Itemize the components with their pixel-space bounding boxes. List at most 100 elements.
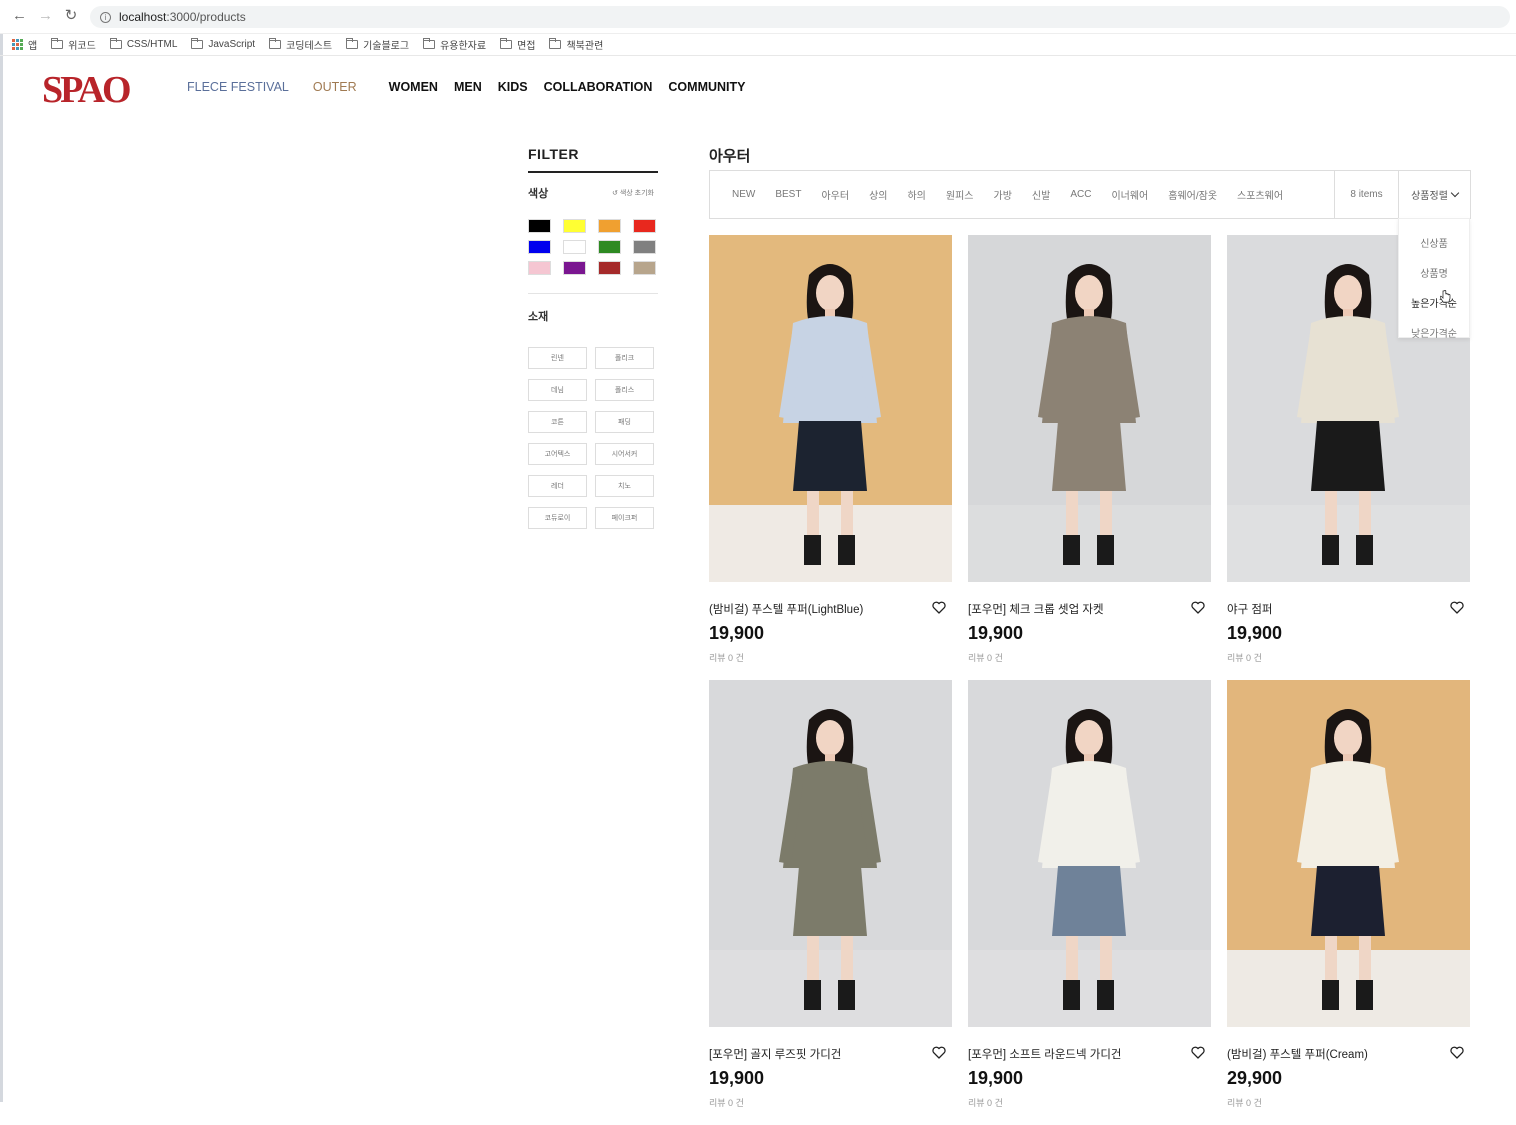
material-option[interactable]: 고어텍스 (528, 443, 587, 465)
product-name[interactable]: (밤비걸) 푸스텔 푸퍼(LightBlue) (709, 601, 863, 617)
color-swatch[interactable] (598, 219, 621, 233)
heart-icon[interactable] (1191, 1046, 1205, 1059)
material-option[interactable]: 데님 (528, 379, 587, 401)
product-image[interactable] (709, 235, 952, 582)
folder-icon (346, 38, 359, 49)
folder-icon (51, 38, 64, 49)
forward-icon[interactable]: → (38, 8, 53, 24)
color-swatch[interactable] (633, 240, 656, 254)
heart-icon[interactable] (1191, 601, 1205, 614)
info-icon[interactable]: i (100, 11, 111, 23)
category-tabs: NEW BEST 아우터 상의 하의 원피스 가방 신발 ACC 이너웨어 홈웨어/잠옷 스포츠웨어 (710, 171, 1303, 218)
category-title: 아우터 (709, 148, 751, 165)
material-option[interactable]: 치노 (595, 475, 654, 497)
bookmark-folder[interactable]: CSS/HTML (109, 38, 177, 50)
nav-kids[interactable]: KIDS (498, 80, 528, 94)
address-bar[interactable]: i localhost:3000/products (90, 6, 1510, 28)
back-icon[interactable]: ← (12, 8, 27, 24)
nav-community[interactable]: COMMUNITY (668, 80, 745, 94)
product-card[interactable]: (밤비걸) 푸스텔 푸퍼(LightBlue) 19,900 리뷰 0 건 (709, 235, 952, 680)
site-logo[interactable]: SPAO (42, 68, 132, 112)
bookmark-folder[interactable]: 책북관련 (549, 37, 603, 52)
product-name[interactable]: [포우먼] 소프트 라운드넥 가디건 (968, 1046, 1122, 1062)
product-name[interactable]: [포우먼] 골지 루즈핏 가디건 (709, 1046, 841, 1062)
heart-icon[interactable] (1450, 1046, 1464, 1059)
product-card[interactable]: (밤비걸) 푸스텔 푸퍼(Cream) 29,900 리뷰 0 건 (1227, 680, 1470, 1125)
category-tab[interactable]: 상의 (869, 187, 887, 202)
url-text[interactable]: localhost:3000/products (119, 10, 246, 24)
category-tab[interactable]: ACC (1070, 189, 1091, 200)
material-option[interactable]: 시어서커 (595, 443, 654, 465)
color-swatch[interactable] (528, 240, 551, 254)
product-image[interactable] (709, 680, 952, 1027)
product-card[interactable]: [포우먼] 골지 루즈핏 가디건 19,900 리뷰 0 건 (709, 680, 952, 1125)
apps-icon (12, 39, 23, 50)
color-swatch[interactable] (598, 261, 621, 275)
color-swatch[interactable] (563, 240, 586, 254)
bookmark-folder[interactable]: 유용한자료 (423, 37, 486, 52)
filter-title: FILTER (528, 146, 658, 173)
product-image[interactable] (968, 680, 1211, 1027)
bookmark-apps[interactable]: 앱 (12, 37, 37, 52)
nav-women[interactable]: WOMEN (389, 80, 438, 94)
material-option[interactable]: 페이크퍼 (595, 507, 654, 529)
nav-outer[interactable]: OUTER (313, 80, 357, 94)
nav-men[interactable]: MEN (454, 80, 482, 94)
category-bar: NEW BEST 아우터 상의 하의 원피스 가방 신발 ACC 이너웨어 홈웨어/잠옷 스포츠웨어 … (709, 170, 1471, 219)
color-swatch[interactable] (633, 261, 656, 275)
category-tab[interactable]: BEST (775, 189, 801, 200)
category-tab[interactable]: 이너웨어 (1111, 187, 1148, 202)
product-image[interactable] (1227, 680, 1470, 1027)
sort-option[interactable]: 높은가격순 (1399, 287, 1469, 317)
review-count: 리뷰 0 건 (968, 653, 1003, 663)
color-swatch[interactable] (563, 261, 586, 275)
material-option[interactable]: 폴리크 (595, 347, 654, 369)
sort-dropdown[interactable]: 상품정렬 (1398, 171, 1470, 218)
sort-option[interactable]: 신상품 (1399, 227, 1469, 257)
folder-icon (109, 38, 122, 49)
category-tab[interactable]: 홈웨어/잠옷 (1168, 187, 1217, 202)
material-option[interactable]: 레더 (528, 475, 587, 497)
color-reset-button[interactable]: ↺ 색상 초기화 (612, 188, 654, 198)
color-swatch[interactable] (598, 240, 621, 254)
color-swatch[interactable] (563, 219, 586, 233)
category-tab[interactable]: 가방 (994, 187, 1012, 202)
product-card[interactable]: [포우먼] 체크 크롭 셋업 자켓 19,900 리뷰 0 건 (968, 235, 1211, 680)
color-filter-head: 색상 ↺ 색상 초기화 (528, 185, 658, 201)
review-count: 리뷰 0 건 (1227, 1098, 1262, 1108)
category-tab[interactable]: 신발 (1032, 187, 1050, 202)
color-swatch[interactable] (528, 219, 551, 233)
material-option[interactable]: 린넨 (528, 347, 587, 369)
heart-icon[interactable] (932, 601, 946, 614)
product-price: 19,900 (968, 623, 1024, 643)
nav-collaboration[interactable]: COLLABORATION (544, 80, 653, 94)
bookmark-folder[interactable]: 위코드 (51, 37, 96, 52)
product-card[interactable]: [포우먼] 소프트 라운드넥 가디건 19,900 리뷰 0 건 (968, 680, 1211, 1125)
sort-option[interactable]: 상품명 (1399, 257, 1469, 287)
reload-icon[interactable]: ↻ (64, 8, 78, 24)
material-option[interactable]: 폴리스 (595, 379, 654, 401)
nav-fleece-festival[interactable]: FLECE FESTIVAL (187, 80, 289, 94)
category-tab[interactable]: 하의 (907, 187, 925, 202)
bookmark-folder[interactable]: JavaScript (191, 38, 255, 50)
material-filter-head: 소재 (528, 308, 658, 324)
color-swatch[interactable] (528, 261, 551, 275)
product-name[interactable]: 야구 점퍼 (1227, 601, 1273, 617)
category-tab[interactable]: NEW (732, 189, 755, 200)
material-option[interactable]: 코튼 (528, 411, 587, 433)
category-tab[interactable]: 원피스 (946, 187, 974, 202)
product-name[interactable]: [포우먼] 체크 크롭 셋업 자켓 (968, 601, 1104, 617)
heart-icon[interactable] (932, 1046, 946, 1059)
sort-option[interactable]: 낮은가격순 (1399, 317, 1469, 347)
category-tab[interactable]: 스포츠웨어 (1237, 187, 1283, 202)
product-name[interactable]: (밤비걸) 푸스텔 푸퍼(Cream) (1227, 1046, 1368, 1062)
material-option[interactable]: 패딩 (595, 411, 654, 433)
bookmark-folder[interactable]: 코딩테스트 (269, 37, 332, 52)
bookmark-folder[interactable]: 면접 (500, 37, 535, 52)
heart-icon[interactable] (1450, 601, 1464, 614)
product-image[interactable] (968, 235, 1211, 582)
category-tab[interactable]: 아우터 (821, 187, 849, 202)
bookmark-folder[interactable]: 기술블로그 (346, 37, 409, 52)
material-option[interactable]: 코듀로이 (528, 507, 587, 529)
color-swatch[interactable] (633, 219, 656, 233)
